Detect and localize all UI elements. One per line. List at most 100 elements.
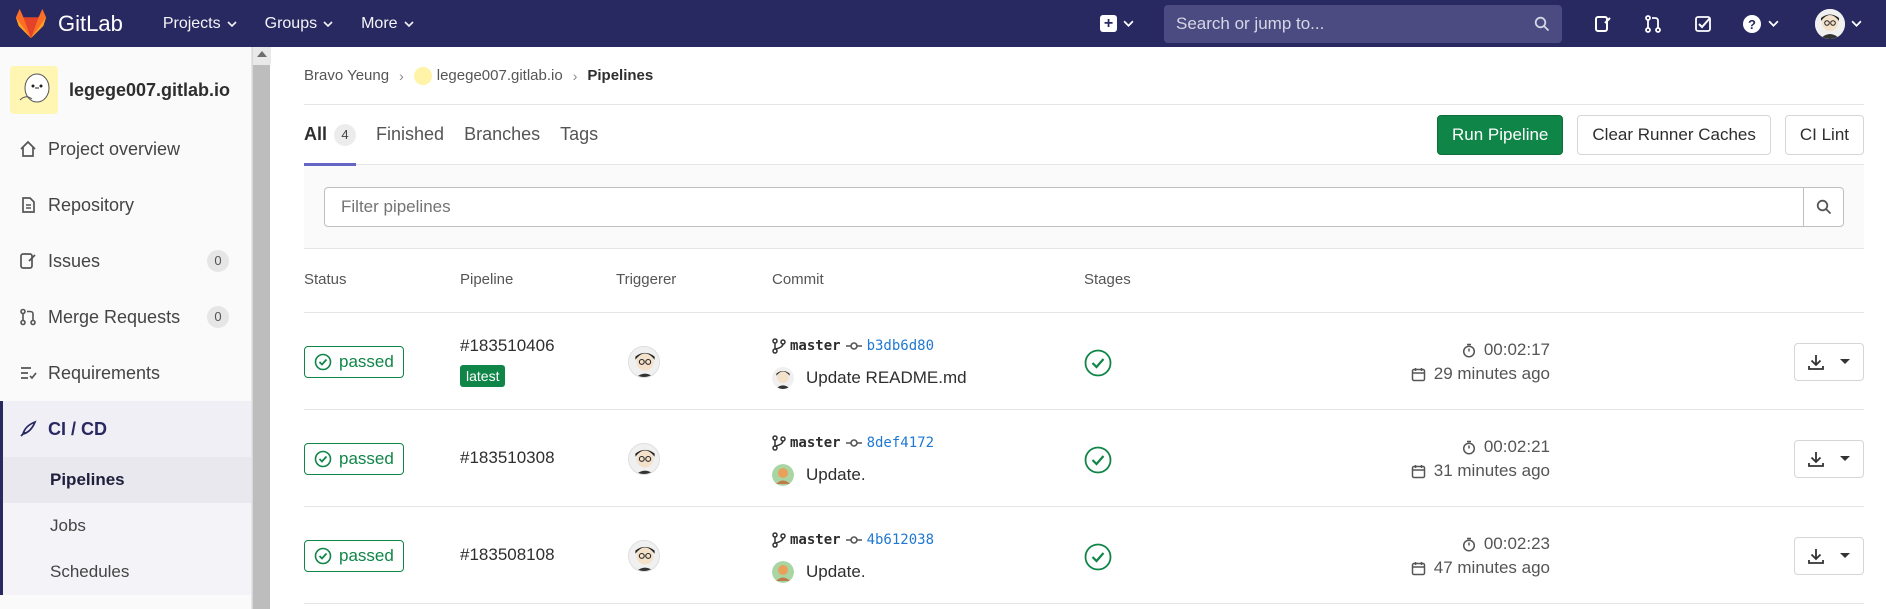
rocket-icon bbox=[18, 419, 38, 439]
column-commit: Commit bbox=[772, 271, 824, 288]
global-search-input[interactable] bbox=[1176, 13, 1534, 34]
run-pipeline-button[interactable]: Run Pipeline bbox=[1436, 115, 1564, 155]
breadcrumb-owner-link[interactable]: Bravo Yeung bbox=[304, 67, 389, 84]
issues-icon bbox=[1595, 15, 1611, 32]
clear-runner-caches-button[interactable]: Clear Runner Caches bbox=[1577, 115, 1771, 155]
sidebar-item-issues[interactable]: Issues 0 bbox=[0, 233, 251, 289]
search-icon bbox=[1816, 199, 1831, 214]
filter-pipelines-input[interactable] bbox=[324, 186, 1804, 227]
tab-finished[interactable]: Finished bbox=[376, 105, 444, 165]
sidebar-item-project-overview[interactable]: Project overview bbox=[0, 121, 251, 177]
todos-nav-link[interactable] bbox=[1692, 13, 1714, 35]
duration-line: 00:02:21 bbox=[1411, 435, 1550, 459]
issues-nav-link[interactable] bbox=[1592, 13, 1614, 35]
check-circle-icon bbox=[314, 450, 332, 468]
triggerer-avatar[interactable] bbox=[628, 346, 660, 378]
top-nav-menu: Projects Groups More bbox=[163, 15, 442, 33]
download-artifacts-dropdown[interactable] bbox=[1794, 343, 1864, 381]
commit-message: Update. bbox=[772, 464, 866, 486]
pipeline-id-link[interactable]: #183510308 bbox=[460, 448, 555, 468]
commit-author-avatar[interactable] bbox=[772, 464, 794, 486]
download-artifacts-dropdown[interactable] bbox=[1794, 537, 1864, 575]
stage-passed-icon[interactable] bbox=[1084, 446, 1112, 474]
sidebar-project-header[interactable]: legege007.gitlab.io bbox=[0, 59, 251, 121]
finished-value: 29 minutes ago bbox=[1433, 364, 1550, 383]
branch-name-link[interactable]: master bbox=[790, 532, 841, 548]
issues-count-badge: 0 bbox=[207, 250, 229, 272]
status-badge[interactable]: passed bbox=[304, 346, 404, 378]
commit-author-avatar[interactable] bbox=[772, 561, 794, 583]
table-row: passed #183510406 latest master b3db6d80… bbox=[304, 313, 1864, 410]
branch-icon bbox=[772, 532, 786, 548]
commit-message-link[interactable]: Update README.md bbox=[806, 368, 967, 388]
commit-message-link[interactable]: Update. bbox=[806, 562, 866, 582]
status-badge[interactable]: passed bbox=[304, 540, 404, 572]
global-search[interactable] bbox=[1164, 4, 1562, 43]
triggerer-avatar[interactable] bbox=[628, 540, 660, 572]
table-row: passed #183510308 master 8def4172 Update… bbox=[304, 410, 1864, 507]
filter-search-button[interactable] bbox=[1804, 186, 1844, 227]
sidebar-subitem-jobs[interactable]: Jobs bbox=[0, 503, 251, 549]
tab-tags[interactable]: Tags bbox=[560, 105, 598, 165]
chevron-down-icon bbox=[323, 20, 333, 27]
new-item-dropdown[interactable]: + bbox=[1100, 15, 1134, 32]
nav-projects-dropdown[interactable]: Projects bbox=[163, 15, 237, 33]
commit-sha-link[interactable]: 8def4172 bbox=[867, 435, 934, 451]
sidebar-scrollbar[interactable] bbox=[252, 47, 271, 609]
commit-icon bbox=[845, 342, 862, 350]
breadcrumb-project-link[interactable]: legege007.gitlab.io bbox=[437, 67, 563, 84]
gitlab-logo-link[interactable]: GitLab bbox=[14, 7, 123, 41]
sidebar-item-merge-requests[interactable]: Merge Requests 0 bbox=[0, 289, 251, 345]
latest-badge: latest bbox=[460, 365, 506, 387]
sidebar-item-ci-cd[interactable]: CI / CD bbox=[0, 401, 251, 457]
pipeline-id-link[interactable]: #183508108 bbox=[460, 545, 555, 565]
help-dropdown[interactable]: ? bbox=[1742, 14, 1779, 34]
branch-name-link[interactable]: master bbox=[790, 338, 841, 354]
column-stages: Stages bbox=[1084, 271, 1131, 288]
sidebar-item-repository[interactable]: Repository bbox=[0, 177, 251, 233]
branch-name-link[interactable]: master bbox=[790, 435, 841, 451]
tab-all[interactable]: All 4 bbox=[304, 105, 357, 166]
nav-groups-dropdown[interactable]: Groups bbox=[265, 15, 333, 33]
search-icon bbox=[1534, 16, 1550, 31]
calendar-icon bbox=[1411, 367, 1425, 381]
commit-author-avatar[interactable] bbox=[772, 367, 794, 389]
issues-icon bbox=[18, 251, 38, 271]
ci-lint-button[interactable]: CI Lint bbox=[1784, 115, 1864, 155]
caret-down-icon bbox=[1840, 456, 1850, 461]
tab-branches[interactable]: Branches bbox=[464, 105, 540, 165]
stage-passed-icon[interactable] bbox=[1084, 349, 1112, 377]
sidebar-subitem-schedules[interactable]: Schedules bbox=[0, 549, 251, 595]
project-name: legege007.gitlab.io bbox=[69, 79, 231, 100]
pipeline-tabs: All 4 Finished Branches Tags Run Pipelin… bbox=[304, 105, 1864, 166]
commit-sha-link[interactable]: 4b612038 bbox=[867, 532, 934, 548]
sidebar-item-requirements[interactable]: Requirements bbox=[0, 345, 251, 401]
sidebar-subitem-pipelines[interactable]: Pipelines bbox=[0, 457, 251, 503]
pipeline-id-link[interactable]: #183510406 bbox=[460, 336, 555, 356]
stage-passed-icon[interactable] bbox=[1084, 543, 1112, 571]
user-menu-dropdown[interactable] bbox=[1815, 8, 1862, 39]
chevron-down-icon bbox=[403, 20, 414, 27]
commit-icon bbox=[845, 536, 862, 544]
commit-ref: master b3db6d80 bbox=[772, 338, 934, 354]
merge-requests-nav-link[interactable] bbox=[1642, 13, 1664, 35]
status-badge[interactable]: passed bbox=[304, 443, 404, 475]
chevron-down-icon bbox=[1851, 20, 1862, 27]
finished-value: 47 minutes ago bbox=[1433, 558, 1550, 577]
nav-groups-label: Groups bbox=[264, 14, 318, 32]
commit-sha-link[interactable]: b3db6d80 bbox=[867, 338, 934, 354]
nav-more-dropdown[interactable]: More bbox=[361, 15, 414, 33]
brand-name: GitLab bbox=[58, 10, 123, 36]
commit-message-link[interactable]: Update. bbox=[806, 465, 866, 485]
branch-icon bbox=[772, 435, 786, 451]
breadcrumb-current[interactable]: Pipelines bbox=[587, 67, 653, 84]
duration-line: 00:02:23 bbox=[1411, 532, 1550, 556]
merge-requests-count-badge: 0 bbox=[207, 306, 229, 328]
user-avatar-icon bbox=[1815, 8, 1845, 39]
commit-message: Update README.md bbox=[772, 367, 967, 389]
download-icon bbox=[1808, 549, 1824, 564]
triggerer-avatar[interactable] bbox=[628, 443, 660, 475]
table-row: passed #183508108 master 4b612038 Update… bbox=[304, 507, 1864, 604]
download-artifacts-dropdown[interactable] bbox=[1794, 440, 1864, 478]
caret-down-icon bbox=[1840, 359, 1850, 364]
